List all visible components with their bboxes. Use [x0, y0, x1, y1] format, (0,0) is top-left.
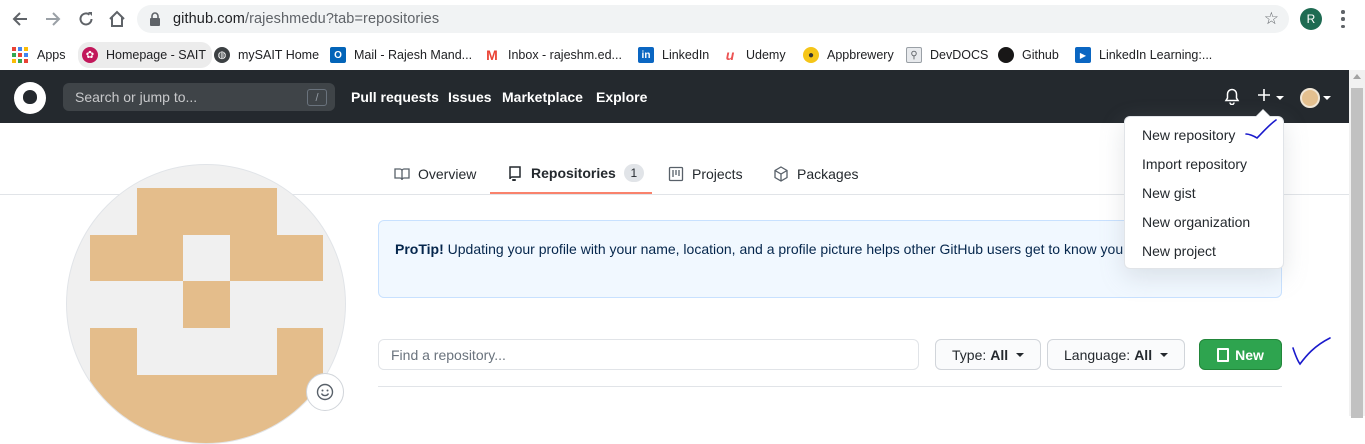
outlook-icon: O — [330, 47, 346, 63]
header-search[interactable]: Search or jump to... / — [63, 83, 335, 111]
repo-list-divider — [378, 386, 1282, 387]
github-logo-icon[interactable] — [14, 82, 46, 114]
reload-icon[interactable] — [76, 9, 96, 29]
menu-new-gist[interactable]: New gist — [1125, 179, 1283, 208]
repositories-count-badge: 1 — [623, 163, 644, 182]
protip-text: ProTip! Updating your profile with your … — [395, 241, 1128, 257]
bookmark-appbrewery[interactable]: ● Appbrewery — [803, 44, 894, 66]
set-status-smiley-icon[interactable] — [306, 373, 344, 411]
language-caret-icon — [1160, 352, 1169, 357]
sait-icon: ✿ — [82, 47, 98, 63]
home-icon[interactable] — [107, 9, 127, 29]
create-caret-icon[interactable] — [1276, 96, 1284, 100]
globe-icon: ◍ — [214, 47, 230, 63]
url-text: github.com/rajeshmedu?tab=repositories — [173, 11, 440, 27]
github-icon — [998, 47, 1014, 63]
annotation-check-mark-1 — [1245, 119, 1277, 140]
tab-projects[interactable]: Projects — [668, 153, 743, 194]
project-icon — [668, 166, 684, 181]
linkedin-icon: in — [638, 47, 654, 63]
bookmark-mysait-home[interactable]: ◍ mySAIT Home — [214, 44, 319, 66]
header-user-avatar[interactable] — [1300, 88, 1320, 108]
back-icon[interactable] — [10, 9, 30, 29]
forward-icon[interactable] — [43, 9, 63, 29]
header-search-placeholder: Search or jump to... — [75, 89, 198, 105]
bookmark-inbox[interactable]: M Inbox - rajeshm.ed... — [484, 44, 622, 66]
address-bar[interactable]: github.com/rajeshmedu?tab=repositories ☆ — [137, 5, 1289, 33]
language-filter-button[interactable]: Language: All — [1047, 339, 1186, 370]
bookmark-homepage-sait[interactable]: ✿ Homepage - SAIT — [78, 42, 213, 68]
book-icon — [394, 167, 410, 180]
menu-new-organization[interactable]: New organization — [1125, 208, 1283, 237]
bookmarks-bar: Apps ✿ Homepage - SAIT ◍ mySAIT Home O M… — [0, 38, 1365, 70]
gmail-icon: M — [484, 47, 500, 63]
bookmark-linkedin-learning[interactable]: ▶ LinkedIn Learning:... — [1075, 44, 1212, 66]
type-filter-button[interactable]: Type: All — [935, 339, 1042, 370]
notifications-bell-icon[interactable] — [1224, 88, 1240, 110]
bookmark-udemy[interactable]: u Udemy — [722, 44, 786, 66]
search-shortcut-hint: / — [307, 89, 327, 106]
profile-avatar-identicon[interactable] — [66, 164, 346, 444]
nav-explore[interactable]: Explore — [596, 89, 647, 105]
menu-new-project[interactable]: New project — [1125, 237, 1283, 266]
bookmark-devdocs[interactable]: ⚲ DevDOCS — [906, 44, 988, 66]
annotation-check-mark-2 — [1292, 337, 1331, 366]
bookmark-mail[interactable]: O Mail - Rajesh Mand... — [330, 44, 472, 66]
repo-icon — [1217, 347, 1230, 362]
page-scrollbar[interactable] — [1349, 70, 1365, 418]
bookmark-apps[interactable]: Apps — [12, 44, 66, 66]
bookmark-star-icon[interactable]: ☆ — [1264, 9, 1279, 29]
find-repository-input[interactable] — [378, 339, 919, 370]
tab-packages[interactable]: Packages — [773, 153, 858, 194]
menu-import-repository[interactable]: Import repository — [1125, 150, 1283, 179]
package-icon — [774, 165, 788, 182]
tab-overview[interactable]: Overview — [394, 153, 476, 194]
appbrewery-icon: ● — [803, 47, 819, 63]
linkedin-learning-icon: ▶ — [1075, 47, 1091, 63]
bookmark-linkedin[interactable]: in LinkedIn — [638, 44, 709, 66]
type-caret-icon — [1016, 352, 1025, 357]
bookmark-github[interactable]: Github — [998, 44, 1059, 66]
apps-grid-icon — [12, 47, 28, 63]
lock-icon — [150, 12, 160, 26]
repo-icon — [509, 165, 521, 181]
nav-issues[interactable]: Issues — [448, 89, 492, 105]
browser-address-row: github.com/rajeshmedu?tab=repositories ☆… — [0, 0, 1365, 38]
nav-pull-requests[interactable]: Pull requests — [351, 89, 439, 105]
devdocs-icon: ⚲ — [906, 47, 922, 63]
avatar-caret-icon[interactable] — [1323, 96, 1331, 100]
nav-marketplace[interactable]: Marketplace — [502, 89, 583, 105]
tab-repositories[interactable]: Repositories 1 — [490, 153, 652, 194]
browser-profile-avatar[interactable]: R — [1300, 8, 1322, 30]
scroll-up-icon[interactable] — [1353, 74, 1361, 79]
scrollbar-thumb[interactable] — [1351, 88, 1363, 418]
udemy-icon: u — [722, 47, 738, 63]
new-repository-button[interactable]: New — [1199, 339, 1282, 370]
create-new-plus-icon[interactable] — [1257, 88, 1271, 107]
browser-menu-icon[interactable] — [1341, 10, 1345, 28]
